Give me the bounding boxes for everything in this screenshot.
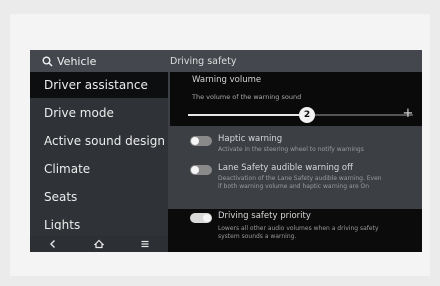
bottom-navigation <box>30 236 168 252</box>
toggle-knob <box>191 166 199 174</box>
driving-safety-priority-title: Driving safety priority <box>218 211 311 221</box>
warning-volume-knob[interactable]: 2 <box>299 107 315 123</box>
sidebar-item-climate[interactable]: Climate <box>30 156 168 182</box>
plus-icon[interactable]: + <box>402 107 414 121</box>
toggle-knob <box>191 137 199 145</box>
driving-safety-priority-description-line1: Lowers all other audio volumes when a dr… <box>218 225 379 232</box>
lane-safety-row[interactable]: Lane Safety audible warning off Deactiva… <box>168 162 422 198</box>
warning-volume-title: Warning volume <box>192 75 262 85</box>
warning-volume-fill <box>188 114 312 116</box>
lane-safety-toggle[interactable] <box>190 165 212 175</box>
driving-safety-priority-description-line2: system sounds a warning. <box>218 233 297 240</box>
haptic-warning-description: Activate in the steering wheel to notify… <box>218 146 364 153</box>
infotainment-screen: Vehicle Driving safety Driver assistance… <box>30 50 422 252</box>
sidebar-item-active-sound-design[interactable]: Active sound design <box>30 128 168 154</box>
sidebar-item-lights[interactable]: Lights <box>30 218 168 230</box>
settings-panel: Warning volume The volume of the warning… <box>168 72 422 252</box>
haptic-warning-title: Haptic warning <box>218 134 283 144</box>
vehicle-search-header[interactable]: Vehicle <box>30 50 168 72</box>
home-icon[interactable] <box>92 237 106 251</box>
sidebar-item-label: Lights <box>44 218 81 230</box>
sidebar-item-label: Active sound design <box>44 134 165 148</box>
sidebar-item-label: Drive mode <box>44 106 114 120</box>
sidebar-item-label: Climate <box>44 162 91 176</box>
warning-volume-description: The volume of the warning sound <box>192 93 302 101</box>
menu-icon[interactable] <box>138 237 152 251</box>
lane-safety-description-line1: Deactivation of the Lane Safety audible … <box>218 175 382 182</box>
driving-safety-priority-row[interactable]: Driving safety priority Lowers all other… <box>168 209 422 252</box>
search-icon <box>42 56 53 67</box>
page-title: Driving safety <box>170 55 237 67</box>
sidebar-item-label: Driver assistance <box>44 78 148 92</box>
sidebar-item-drive-mode[interactable]: Drive mode <box>30 100 168 126</box>
sidebar-item-seats[interactable]: Seats <box>30 184 168 210</box>
vehicle-header-label: Vehicle <box>57 54 97 68</box>
lane-safety-title: Lane Safety audible warning off <box>218 163 353 173</box>
sidebar: Driver assistance Drive mode Active soun… <box>30 72 168 252</box>
warning-volume-popup: Warning volume The volume of the warning… <box>170 72 422 126</box>
back-icon[interactable] <box>46 237 60 251</box>
toggle-knob <box>203 214 211 222</box>
haptic-warning-row[interactable]: Haptic warning Activate in the steering … <box>168 133 422 157</box>
haptic-warning-toggle[interactable] <box>190 136 212 146</box>
lane-safety-description-line2: if both warning volume and haptic warnin… <box>218 183 370 190</box>
sidebar-item-label: Seats <box>44 190 78 204</box>
sidebar-item-driver-assistance[interactable]: Driver assistance <box>30 72 168 98</box>
driving-safety-priority-toggle[interactable] <box>190 213 212 223</box>
